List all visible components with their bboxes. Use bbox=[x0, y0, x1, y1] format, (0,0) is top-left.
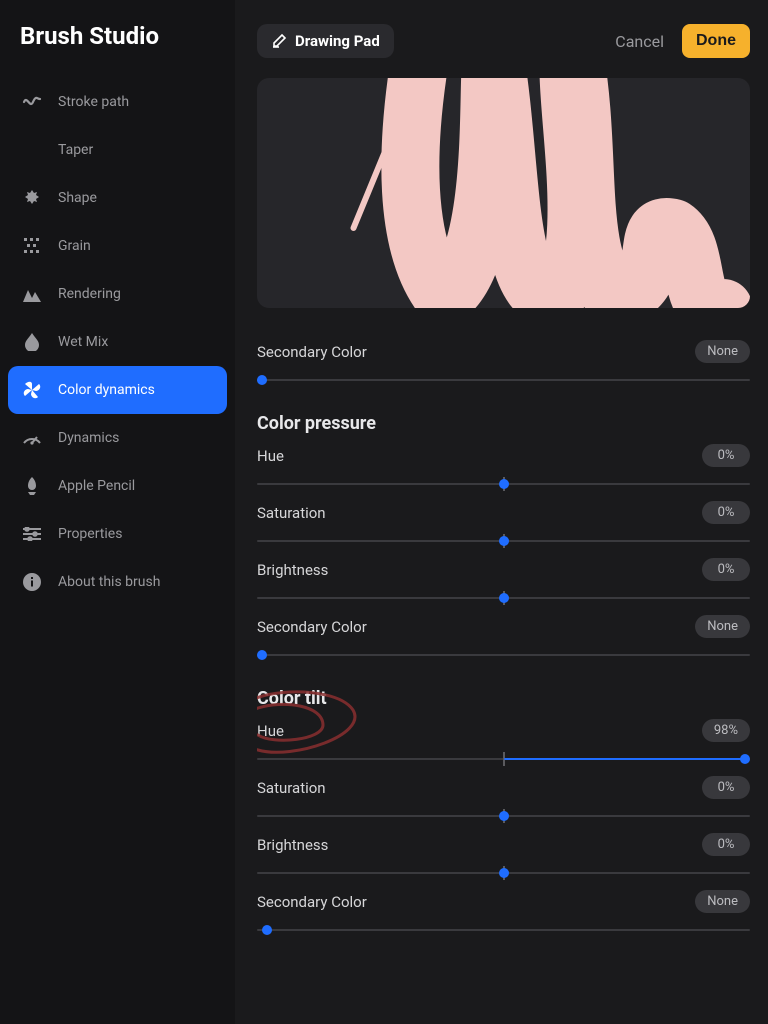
slider-ct-secondary: Secondary Color None bbox=[257, 890, 750, 937]
slider-label: Secondary Color bbox=[257, 618, 367, 636]
done-button[interactable]: Done bbox=[682, 24, 750, 58]
sidebar-nav: Stroke path Taper Shape Grain bbox=[0, 78, 235, 606]
sidebar-item-label: Dynamics bbox=[58, 430, 119, 446]
slider-track[interactable] bbox=[257, 752, 750, 766]
info-icon bbox=[22, 573, 42, 591]
grain-icon bbox=[22, 238, 42, 254]
sidebar-item-label: Color dynamics bbox=[58, 382, 155, 398]
slider-value-badge: 0% bbox=[702, 444, 750, 467]
sidebar-item-dynamics[interactable]: Dynamics bbox=[8, 414, 227, 462]
slider-value-badge: 98% bbox=[702, 719, 750, 742]
sidebar-item-label: About this brush bbox=[58, 574, 160, 590]
slider-track[interactable] bbox=[257, 591, 750, 605]
slider-cp-saturation: Saturation 0% bbox=[257, 501, 750, 548]
slider-track[interactable] bbox=[257, 923, 750, 937]
brush-preview-canvas[interactable] bbox=[257, 78, 750, 308]
slider-value-badge: 0% bbox=[702, 558, 750, 581]
sidebar-item-grain[interactable]: Grain bbox=[8, 222, 227, 270]
slider-value-badge: None bbox=[695, 615, 750, 638]
sidebar-item-taper[interactable]: Taper bbox=[8, 126, 227, 174]
sidebar-item-rendering[interactable]: Rendering bbox=[8, 270, 227, 318]
sidebar-item-label: Wet Mix bbox=[58, 334, 108, 350]
sidebar-item-label: Apple Pencil bbox=[58, 478, 135, 494]
sidebar-item-label: Stroke path bbox=[58, 94, 129, 110]
app-title: Brush Studio bbox=[0, 22, 235, 78]
shape-icon bbox=[22, 189, 42, 207]
slider-cp-secondary: Secondary Color None bbox=[257, 615, 750, 662]
sidebar-item-label: Taper bbox=[58, 142, 93, 158]
sidebar: Brush Studio Stroke path Taper Shape bbox=[0, 0, 235, 1024]
slider-label: Secondary Color bbox=[257, 893, 367, 911]
topbar: Drawing Pad Cancel Done bbox=[257, 24, 750, 58]
sidebar-item-properties[interactable]: Properties bbox=[8, 510, 227, 558]
stroke-path-icon bbox=[22, 95, 42, 109]
properties-icon bbox=[22, 527, 42, 541]
wet-mix-icon bbox=[22, 333, 42, 351]
main-panel: Drawing Pad Cancel Done Secondary Color … bbox=[235, 0, 768, 1024]
sidebar-item-apple-pencil[interactable]: Apple Pencil bbox=[8, 462, 227, 510]
cancel-button[interactable]: Cancel bbox=[615, 32, 664, 51]
sidebar-item-about[interactable]: About this brush bbox=[8, 558, 227, 606]
sidebar-item-label: Rendering bbox=[58, 286, 121, 302]
taper-icon bbox=[22, 145, 42, 155]
slider-track[interactable] bbox=[257, 477, 750, 491]
slider-value-badge: None bbox=[695, 340, 750, 363]
slider-value-badge: None bbox=[695, 890, 750, 913]
slider-label: Hue bbox=[257, 722, 284, 740]
sidebar-item-wet-mix[interactable]: Wet Mix bbox=[8, 318, 227, 366]
breadcrumb-label: Drawing Pad bbox=[295, 32, 380, 50]
slider-cp-hue: Hue 0% bbox=[257, 444, 750, 491]
slider-secondary-color: Secondary Color None bbox=[257, 340, 750, 387]
slider-value-badge: 0% bbox=[702, 501, 750, 524]
heading-color-pressure: Color pressure bbox=[257, 413, 750, 434]
slider-label: Brightness bbox=[257, 836, 328, 854]
slider-ct-saturation: Saturation 0% bbox=[257, 776, 750, 823]
dynamics-icon bbox=[22, 431, 42, 445]
sidebar-item-label: Properties bbox=[58, 526, 122, 542]
slider-track[interactable] bbox=[257, 534, 750, 548]
edit-icon bbox=[271, 33, 287, 49]
sidebar-item-label: Shape bbox=[58, 190, 97, 206]
slider-value-badge: 0% bbox=[702, 833, 750, 856]
slider-track[interactable] bbox=[257, 648, 750, 662]
slider-label: Saturation bbox=[257, 779, 326, 797]
sidebar-item-shape[interactable]: Shape bbox=[8, 174, 227, 222]
drawing-pad-breadcrumb[interactable]: Drawing Pad bbox=[257, 24, 394, 58]
color-dynamics-icon bbox=[22, 381, 42, 399]
slider-cp-brightness: Brightness 0% bbox=[257, 558, 750, 605]
sidebar-item-color-dynamics[interactable]: Color dynamics bbox=[8, 366, 227, 414]
slider-ct-brightness: Brightness 0% bbox=[257, 833, 750, 880]
slider-track[interactable] bbox=[257, 809, 750, 823]
slider-track[interactable] bbox=[257, 373, 750, 387]
slider-label: Hue bbox=[257, 447, 284, 465]
slider-track[interactable] bbox=[257, 866, 750, 880]
apple-pencil-icon bbox=[22, 477, 42, 495]
heading-color-tilt: Color tilt bbox=[257, 688, 750, 709]
sidebar-item-stroke-path[interactable]: Stroke path bbox=[8, 78, 227, 126]
slider-label: Secondary Color bbox=[257, 343, 367, 361]
slider-label: Saturation bbox=[257, 504, 326, 522]
rendering-icon bbox=[22, 286, 42, 302]
slider-ct-hue: Hue 98% bbox=[257, 719, 750, 766]
slider-label: Brightness bbox=[257, 561, 328, 579]
slider-value-badge: 0% bbox=[702, 776, 750, 799]
sidebar-item-label: Grain bbox=[58, 238, 91, 254]
